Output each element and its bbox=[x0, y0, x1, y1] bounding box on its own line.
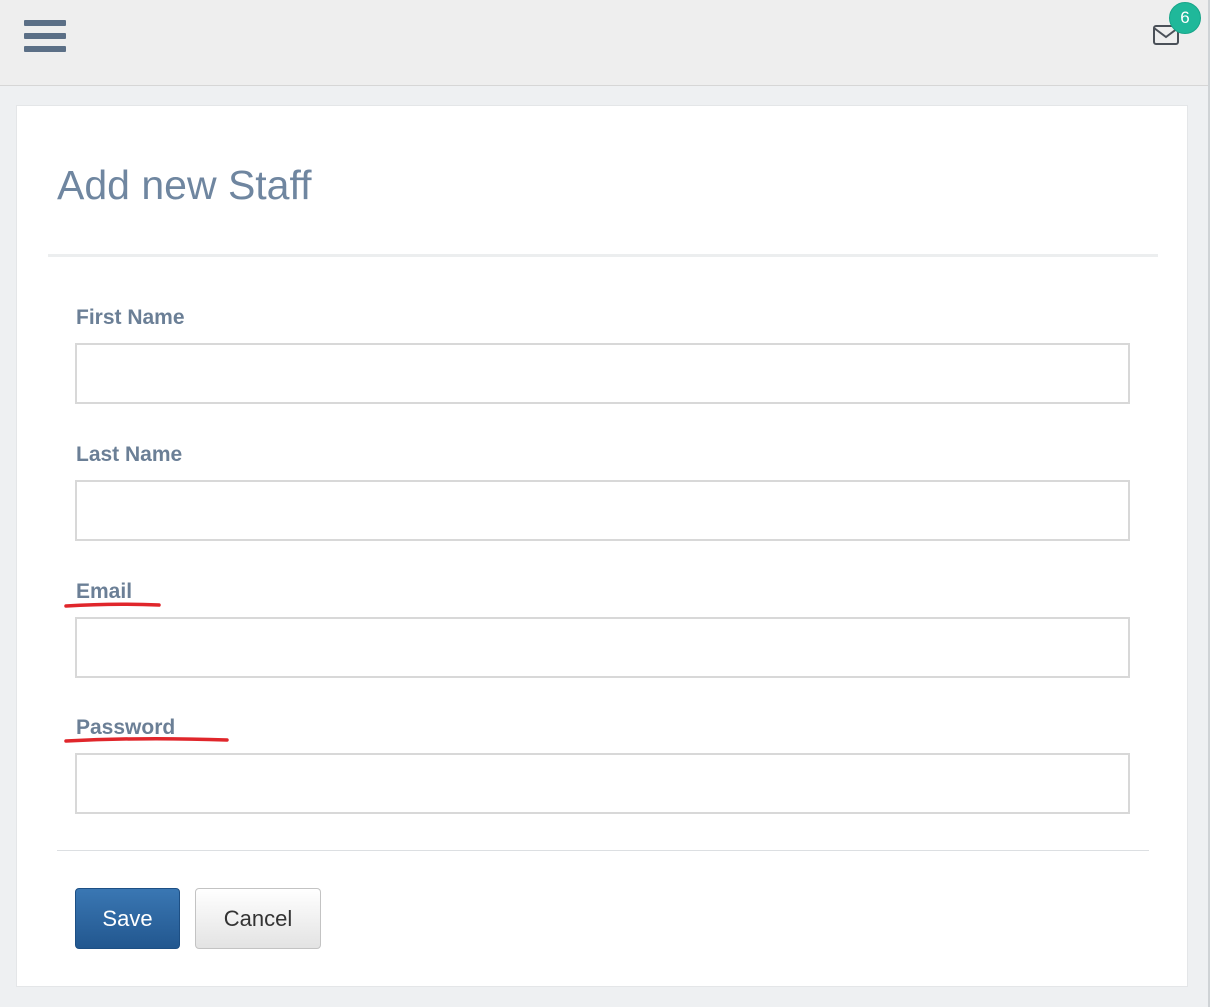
actions-divider bbox=[57, 850, 1149, 851]
email-annotation-underline bbox=[64, 602, 161, 608]
email-input[interactable] bbox=[75, 617, 1130, 678]
notifications-button[interactable]: 6 bbox=[1150, 2, 1206, 50]
page-title: Add new Staff bbox=[57, 162, 312, 208]
title-divider bbox=[48, 254, 1158, 257]
add-staff-panel: Add new Staff First Name Last Name Email… bbox=[16, 105, 1188, 987]
hamburger-menu-icon[interactable] bbox=[24, 20, 66, 52]
last-name-label: Last Name bbox=[76, 443, 183, 466]
password-input[interactable] bbox=[75, 753, 1130, 814]
top-navbar: 6 bbox=[0, 0, 1210, 86]
first-name-label: First Name bbox=[76, 306, 185, 329]
last-name-input[interactable] bbox=[75, 480, 1130, 541]
save-button[interactable]: Save bbox=[75, 888, 180, 949]
cancel-button[interactable]: Cancel bbox=[195, 888, 321, 949]
password-annotation-underline bbox=[64, 736, 229, 743]
notification-count-badge: 6 bbox=[1169, 2, 1201, 34]
first-name-input[interactable] bbox=[75, 343, 1130, 404]
